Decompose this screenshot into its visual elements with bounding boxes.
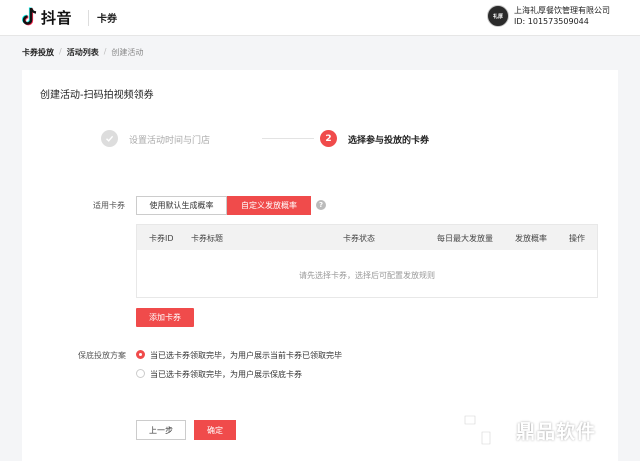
table-header: 卡券ID 卡券标题 卡券状态 每日最大发放量 发放概率 操作 — [137, 225, 597, 250]
step2-label: 选择参与投放的卡券 — [348, 136, 430, 146]
fallback-option1-label[interactable]: 当已选卡券领取完毕，为用户展示当前卡券已领取完毕 — [150, 350, 342, 361]
breadcrumb-item-coupon-delivery[interactable]: 卡券投放 — [22, 47, 54, 58]
fallback-option2-radio[interactable] — [136, 369, 145, 378]
main-card: 创建活动-扫码拍视频领券 设置活动时间与门店 2 选择参与投放的卡券 适用卡券 … — [22, 70, 618, 461]
header-divider — [88, 10, 89, 26]
product-name: 卡券 — [97, 14, 117, 25]
table-empty-text: 请先选择卡券，选择后可配置发放规则 — [299, 271, 435, 280]
logo-text: 抖音 — [41, 8, 73, 27]
avatar[interactable]: 礼厚 — [487, 5, 509, 27]
coupon-field-label: 适用卡券 — [93, 201, 125, 210]
column-probability: 发放概率 — [515, 234, 547, 243]
fallback-option2-label[interactable]: 当已选卡券领取完毕，为用户展示保底卡券 — [150, 369, 302, 380]
step1-done-icon — [101, 130, 118, 147]
default-probability-option[interactable]: 使用默认生成概率 — [136, 196, 227, 215]
add-coupon-button[interactable]: 添加卡券 — [136, 308, 194, 327]
step1-label: 设置活动时间与门店 — [129, 136, 211, 146]
watermark-logo-icon — [463, 414, 507, 446]
column-coupon-title: 卡券标题 — [191, 234, 223, 243]
previous-step-button[interactable]: 上一步 — [136, 420, 186, 440]
confirm-button[interactable]: 确定 — [194, 420, 236, 440]
column-daily-max: 每日最大发放量 — [437, 234, 493, 243]
top-bar: 抖音 卡券 礼厚 上海礼厚餐饮管理有限公司 ID: 101573509044 — [0, 0, 640, 36]
step2-number: 2 — [320, 130, 337, 147]
watermark-text: 鼎品软件 — [516, 420, 597, 443]
help-icon[interactable]: ? — [316, 200, 326, 210]
breadcrumb-separator: / — [103, 47, 107, 56]
column-actions: 操作 — [569, 234, 585, 243]
company-name: 上海礼厚餐饮管理有限公司 — [514, 6, 610, 15]
fallback-field-label: 保底投放方案 — [78, 351, 126, 360]
breadcrumb-separator: / — [59, 47, 62, 56]
watermark: 鼎品软件 — [462, 410, 596, 450]
fallback-option1-radio[interactable] — [136, 350, 145, 359]
column-coupon-id: 卡券ID — [149, 234, 174, 243]
tiktok-note-icon — [21, 7, 38, 27]
custom-probability-option[interactable]: 自定义发放概率 — [227, 196, 311, 215]
breadcrumb: 卡券投放 / 活动列表 / 创建活动 — [22, 47, 143, 58]
step-connector — [262, 138, 314, 139]
avatar-text: 礼厚 — [492, 13, 503, 20]
breadcrumb-item-create-activity: 创建活动 — [111, 48, 144, 57]
coupon-table: 卡券ID 卡券标题 卡券状态 每日最大发放量 发放概率 操作 请先选择卡券，选择… — [136, 224, 598, 298]
douyin-logo[interactable]: 抖音 — [21, 6, 82, 28]
page-title: 创建活动-扫码拍视频领券 — [40, 90, 154, 101]
breadcrumb-item-activity-list[interactable]: 活动列表 — [67, 47, 99, 58]
column-coupon-status: 卡券状态 — [343, 234, 375, 243]
company-id: ID: 101573509044 — [514, 17, 589, 26]
